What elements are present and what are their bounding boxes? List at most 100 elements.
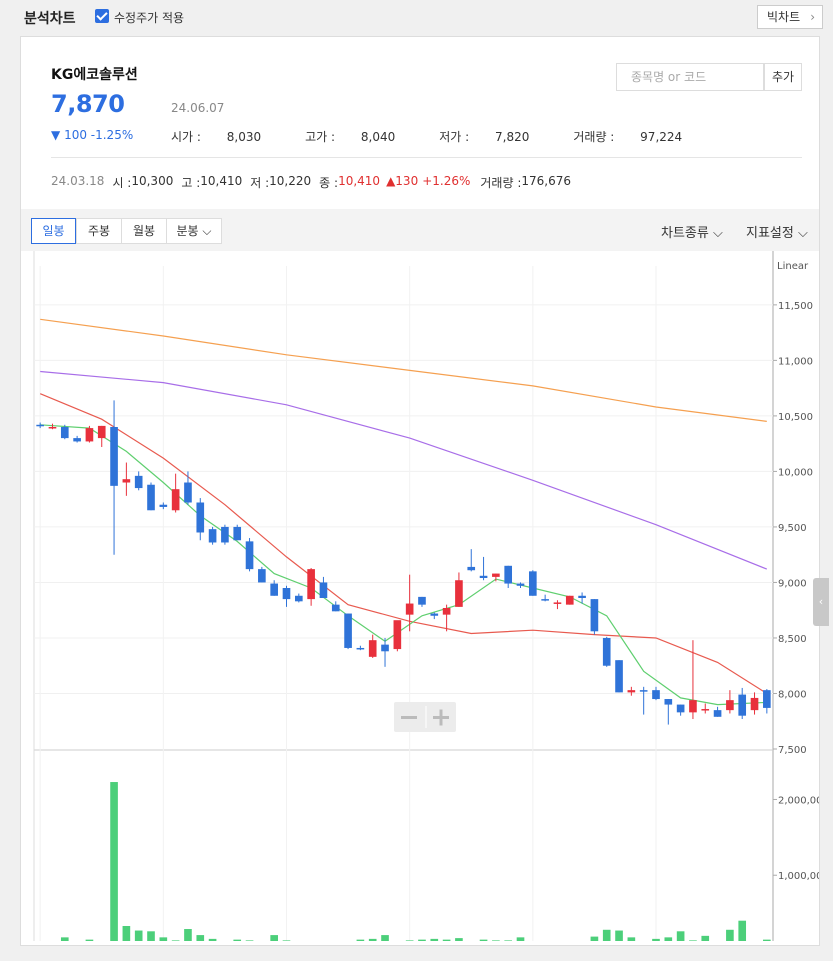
divider — [51, 157, 802, 158]
current-price: 7,870 — [51, 90, 125, 118]
volume-bar — [689, 940, 697, 951]
candle-body — [134, 475, 143, 489]
y-tick-label: 10,000 — [778, 467, 813, 478]
chart-type-label: 차트종류 — [661, 226, 709, 241]
chevron-down-icon: ⌵ — [708, 226, 723, 241]
volume-bar — [430, 938, 439, 951]
candle-body — [405, 603, 414, 615]
volume-bar — [147, 931, 155, 951]
top-bar: 분석차트 수정주가 적용 빅차트 › — [0, 0, 833, 34]
volume-bar — [184, 929, 192, 951]
volume-bar — [60, 937, 69, 951]
hover-change: 130 — [395, 174, 419, 188]
open-value: 8,030 — [226, 130, 262, 144]
y-tick-label: 8,500 — [778, 634, 807, 645]
zoom-in-icon — [439, 709, 443, 726]
stock-search-input[interactable] — [617, 64, 757, 90]
volume-bar — [590, 936, 599, 951]
candle-body — [467, 566, 476, 571]
high-label: 고가 : — [305, 130, 339, 144]
candle-body — [36, 424, 44, 427]
volume-bar — [208, 938, 217, 951]
candle-body — [578, 595, 586, 598]
volume-label: 거래량 : — [573, 130, 619, 144]
candle-body — [541, 599, 549, 601]
big-chart-button[interactable]: 빅차트 › — [757, 5, 823, 29]
adjusted-price-checkbox[interactable] — [95, 9, 109, 23]
tab-weekly[interactable]: 주봉 — [76, 218, 122, 244]
candle-body — [184, 482, 192, 503]
hover-open: 10,300 — [131, 174, 174, 188]
volume-bar — [652, 938, 660, 951]
volume-bar — [122, 925, 131, 951]
chart-area[interactable]: Linear 11,500 11,000 10,500 10,000 9,500 9,000… — [21, 251, 829, 961]
candle-body — [713, 710, 722, 717]
big-chart-label: 빅차트 — [767, 10, 801, 24]
price-change: ▼ 100 -1.25% — [51, 128, 133, 142]
y-tick-label: 9,500 — [778, 523, 807, 534]
candle-body — [627, 690, 636, 693]
chart-toolbar: 일봉 주봉 월봉 분봉 ⌵ 차트종류 ⌵ 지표설정 ⌵ — [21, 209, 819, 251]
zoom-out-icon — [401, 716, 417, 719]
candle-body — [381, 644, 389, 652]
candle-body — [344, 613, 352, 648]
y-tick-label: 11,500 — [778, 301, 813, 312]
candle-body — [356, 647, 365, 650]
adjusted-price-label[interactable]: 수정주가 적용 — [114, 9, 184, 26]
candle-body — [664, 699, 673, 705]
candle-body — [258, 569, 266, 583]
candle-body — [763, 690, 771, 708]
candle-body — [270, 583, 278, 596]
up-triangle-icon: ▲ — [386, 174, 396, 188]
volume-bar — [602, 929, 611, 951]
volume-bar — [615, 930, 623, 951]
chart-type-menu[interactable]: 차트종류 ⌵ — [661, 222, 723, 241]
volume-bar — [134, 930, 143, 951]
low-stat: 저가 : 7,820 — [439, 128, 551, 145]
volume-bar — [676, 931, 685, 951]
side-panel-handle[interactable]: ‹ — [813, 578, 829, 626]
volume-bar — [233, 939, 242, 951]
volume-bar — [110, 782, 118, 951]
candle-body — [73, 438, 81, 442]
hover-change-pct: +1.26% — [422, 174, 471, 188]
chart-panel: KG에코솔루션 7,870 24.06.07 ▼ 100 -1.25% 시가 :… — [20, 36, 829, 961]
price-change-value: 100 -1.25% — [64, 128, 134, 142]
candle-body — [430, 613, 439, 616]
candle-body — [590, 599, 599, 632]
candle-body — [122, 479, 131, 483]
hover-volume-label: 거래량 : — [480, 176, 522, 190]
volume-stat: 거래량 : 97,224 — [573, 128, 704, 145]
stock-chart[interactable]: Linear 11,500 11,000 10,500 10,000 9,500 9,000… — [21, 251, 829, 961]
plot-background — [34, 251, 773, 951]
candle-body — [565, 595, 574, 605]
candle-body — [319, 582, 328, 598]
candle-body — [750, 697, 759, 711]
chevron-down-icon: ⌵ — [793, 226, 808, 241]
low-value: 7,820 — [495, 130, 530, 144]
candle-body — [738, 694, 747, 716]
add-stock-button[interactable]: 추가 — [764, 63, 802, 91]
chevron-down-icon: ⌵ — [198, 224, 212, 238]
candle-body — [676, 704, 685, 713]
hover-date: 24.03.18 — [51, 174, 105, 188]
volume-bar — [701, 935, 710, 951]
indicator-menu[interactable]: 지표설정 ⌵ — [746, 222, 808, 241]
candle-body — [504, 565, 513, 584]
volume-bar — [504, 940, 513, 951]
candle-body — [221, 526, 229, 543]
candle-body — [110, 427, 118, 486]
volume-bar — [516, 937, 525, 951]
candle-body — [602, 637, 611, 666]
tab-daily[interactable]: 일봉 — [31, 218, 76, 244]
hover-high-label: 고 : — [181, 176, 201, 190]
tab-monthly[interactable]: 월봉 — [121, 218, 167, 244]
volume-bar — [85, 939, 94, 951]
tab-minute[interactable]: 분봉 ⌵ — [166, 218, 222, 244]
candle-body — [492, 573, 500, 577]
candle-body — [294, 595, 303, 602]
volume-value: 97,224 — [640, 130, 683, 144]
hover-info: 24.03.18 시 : 10,300 고 : 10,410 저 : 10,22… — [51, 174, 571, 191]
candle-body — [701, 709, 710, 711]
stock-search-box — [616, 63, 764, 91]
